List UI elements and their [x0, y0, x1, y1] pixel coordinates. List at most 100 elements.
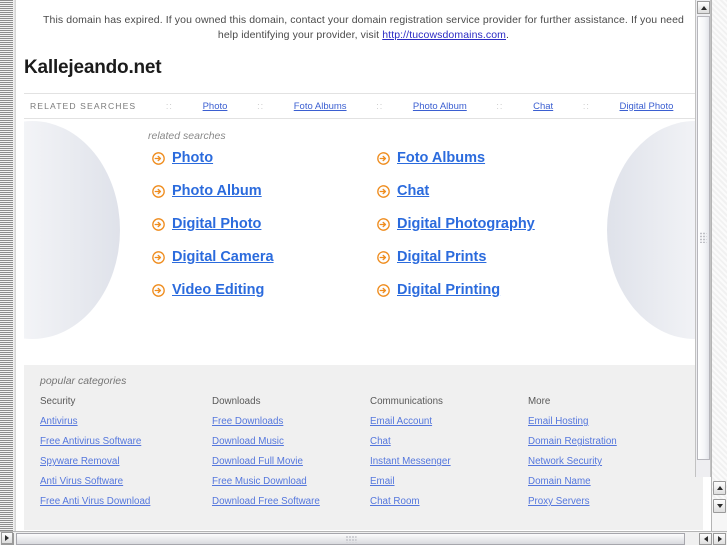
- left-dither-gutter: [0, 0, 13, 531]
- category-column-downloads: Downloads Free Downloads Download Music …: [212, 396, 370, 516]
- outer-vertical-scrollbar[interactable]: [711, 0, 727, 531]
- scrollbar-track[interactable]: [712, 0, 727, 499]
- category-link[interactable]: Instant Messenger: [370, 456, 528, 467]
- scroll-up-button[interactable]: [697, 1, 710, 14]
- related-search-item[interactable]: Digital Photo: [152, 216, 377, 232]
- category-heading: Downloads: [212, 396, 261, 407]
- chevron-left-icon: [703, 536, 708, 542]
- category-link[interactable]: Download Full Movie: [212, 456, 370, 467]
- nav-separator: ::: [165, 101, 173, 111]
- arrow-circle-right-icon: [152, 151, 165, 165]
- related-search-item[interactable]: Digital Prints: [377, 249, 602, 265]
- related-search-link[interactable]: Foto Albums: [397, 150, 485, 166]
- category-heading: Security: [40, 396, 76, 407]
- chevron-up-icon: [700, 5, 707, 10]
- related-search-item[interactable]: Video Editing: [152, 282, 377, 298]
- horizontal-scrollbar[interactable]: [0, 531, 727, 545]
- arrow-circle-right-icon: [152, 283, 165, 297]
- category-column-communications: Communications Email Account Chat Instan…: [370, 396, 528, 516]
- arrow-circle-right-icon: [152, 250, 165, 264]
- related-search-link[interactable]: Digital Prints: [397, 249, 486, 265]
- browser-window: This domain has expired. If you owned th…: [0, 0, 727, 545]
- category-link[interactable]: Email Hosting: [528, 416, 688, 427]
- related-search-link[interactable]: Digital Printing: [397, 282, 500, 298]
- related-search-link[interactable]: Photo: [172, 150, 213, 166]
- notice-text-after: .: [506, 29, 510, 41]
- category-link[interactable]: Email: [370, 476, 528, 487]
- category-link[interactable]: Download Music: [212, 436, 370, 447]
- nav-separator: ::: [496, 101, 504, 111]
- related-search-item[interactable]: Digital Printing: [377, 282, 602, 298]
- category-link[interactable]: Domain Registration: [528, 436, 688, 447]
- related-search-link[interactable]: Video Editing: [172, 282, 264, 298]
- category-link[interactable]: Chat Room: [370, 496, 528, 507]
- arrow-circle-right-icon: [377, 250, 390, 264]
- category-link[interactable]: Spyware Removal: [40, 456, 212, 467]
- scrollbar-grip: [699, 232, 707, 243]
- domain-expired-notice: This domain has expired. If you owned th…: [34, 13, 694, 43]
- related-search-item[interactable]: Foto Albums: [377, 150, 602, 166]
- category-link[interactable]: Proxy Servers: [528, 496, 688, 507]
- arrow-circle-right-icon: [377, 283, 390, 297]
- nav-link-digital-photo[interactable]: Digital Photo: [620, 101, 674, 112]
- arrow-circle-right-icon: [152, 217, 165, 231]
- nav-link-photo[interactable]: Photo: [203, 101, 228, 112]
- nav-separator: ::: [376, 101, 384, 111]
- horizontal-scrollbar-thumb[interactable]: [16, 533, 685, 545]
- outer-scroll-up-button[interactable]: [713, 481, 726, 495]
- related-searches-label: RELATED SEARCHES: [30, 101, 137, 111]
- related-search-item[interactable]: Digital Photography: [377, 216, 602, 232]
- nav-separator: ::: [257, 101, 265, 111]
- nav-link-photo-album[interactable]: Photo Album: [413, 101, 467, 112]
- category-link[interactable]: Domain Name: [528, 476, 688, 487]
- category-link[interactable]: Email Account: [370, 416, 528, 427]
- category-link[interactable]: Free Antivirus Software: [40, 436, 212, 447]
- category-column-more: More Email Hosting Domain Registration N…: [528, 396, 688, 516]
- scrollbar-corner-button[interactable]: [1, 532, 13, 544]
- related-searches-hero: related searches Photo Foto Albums Photo…: [24, 119, 703, 345]
- related-search-link[interactable]: Photo Album: [172, 183, 262, 199]
- related-search-item[interactable]: Digital Camera: [152, 249, 377, 265]
- chevron-up-icon: [716, 486, 723, 490]
- category-link[interactable]: Free Downloads: [212, 416, 370, 427]
- category-column-security: Security Antivirus Free Antivirus Softwa…: [40, 396, 212, 516]
- related-search-link[interactable]: Digital Photo: [172, 216, 261, 232]
- category-link[interactable]: Network Security: [528, 456, 688, 467]
- tucows-domains-link[interactable]: http://tucowsdomains.com: [382, 29, 506, 41]
- nav-separator: ::: [582, 101, 590, 111]
- arrow-circle-right-icon: [152, 184, 165, 198]
- popular-categories-columns: Security Antivirus Free Antivirus Softwa…: [24, 396, 703, 516]
- nav-link-chat[interactable]: Chat: [533, 101, 553, 112]
- outer-scroll-down-button[interactable]: [713, 499, 726, 513]
- related-search-item[interactable]: Photo Album: [152, 183, 377, 199]
- popular-categories-title: popular categories: [40, 375, 127, 387]
- related-search-item[interactable]: Photo: [152, 150, 377, 166]
- nav-link-foto-albums[interactable]: Foto Albums: [294, 101, 347, 112]
- category-link[interactable]: Free Music Download: [212, 476, 370, 487]
- related-search-link[interactable]: Digital Camera: [172, 249, 274, 265]
- page-vertical-scrollbar[interactable]: [695, 0, 711, 477]
- chevron-right-icon: [717, 536, 722, 542]
- category-heading: More: [528, 396, 551, 407]
- related-searches-grid: Photo Foto Albums Photo Album Chat Digit…: [24, 150, 703, 298]
- category-link[interactable]: Download Free Software: [212, 496, 370, 507]
- page-content: This domain has expired. If you owned th…: [16, 0, 711, 531]
- arrow-circle-right-icon: [377, 151, 390, 165]
- popular-categories-panel: popular categories Security Antivirus Fr…: [24, 365, 703, 530]
- hero-title: related searches: [148, 130, 226, 142]
- category-link[interactable]: Antivirus: [40, 416, 212, 427]
- page-title: Kallejeando.net: [24, 57, 162, 78]
- chevron-right-icon: [5, 535, 9, 541]
- related-searches-nav: RELATED SEARCHES :: Photo :: Foto Albums…: [24, 93, 703, 119]
- related-search-link[interactable]: Digital Photography: [397, 216, 535, 232]
- related-search-item[interactable]: Chat: [377, 183, 602, 199]
- scroll-left-button-2[interactable]: [699, 533, 712, 545]
- notice-text-before: This domain has expired. If you owned th…: [43, 14, 684, 41]
- category-link[interactable]: Anti Virus Software: [40, 476, 212, 487]
- category-link[interactable]: Free Anti Virus Download: [40, 496, 212, 507]
- category-heading: Communications: [370, 396, 443, 407]
- related-search-link[interactable]: Chat: [397, 183, 429, 199]
- arrow-circle-right-icon: [377, 217, 390, 231]
- scroll-right-button[interactable]: [713, 533, 726, 545]
- category-link[interactable]: Chat: [370, 436, 528, 447]
